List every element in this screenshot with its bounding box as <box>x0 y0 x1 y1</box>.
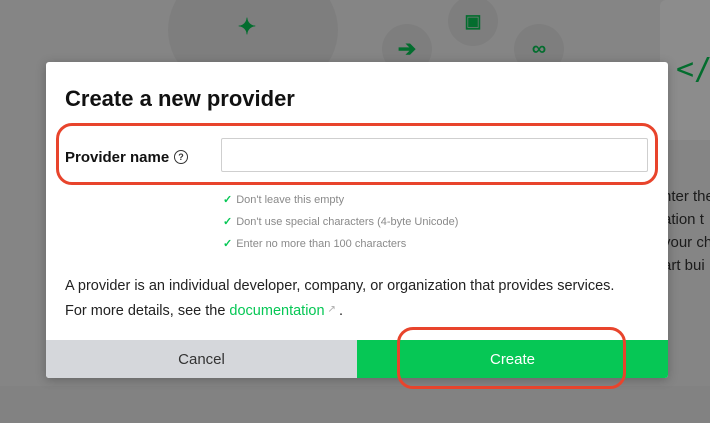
validation-rule: ✓ Enter no more than 100 characters <box>223 237 458 259</box>
create-button[interactable]: Create <box>357 340 668 378</box>
check-icon: ✓ <box>223 216 233 228</box>
external-link-icon: ↗ <box>327 304 336 315</box>
rule-text: Don't use special characters (4-byte Uni… <box>236 216 459 228</box>
cancel-button[interactable]: Cancel <box>46 340 357 378</box>
help-icon[interactable]: ? <box>174 150 188 164</box>
dialog-title: Create a new provider <box>65 86 295 111</box>
provider-description: A provider is an individual developer, c… <box>65 275 625 323</box>
check-icon: ✓ <box>223 238 233 250</box>
validation-rules: ✓ Don't leave this empty ✓ Don't use speci… <box>223 193 458 259</box>
rule-text: Don't leave this empty <box>236 194 345 206</box>
check-icon: ✓ <box>223 194 233 206</box>
description-end: . <box>338 303 343 319</box>
documentation-link[interactable]: documentation <box>229 303 324 319</box>
create-provider-dialog: Create a new provider Provider name ? ✓ D… <box>46 62 668 378</box>
provider-name-label: Provider name <box>65 149 170 166</box>
validation-rule: ✓ Don't leave this empty <box>223 193 458 215</box>
provider-name-input[interactable] <box>221 138 648 172</box>
rule-text: Enter no more than 100 characters <box>236 238 407 250</box>
validation-rule: ✓ Don't use special characters (4-byte Un… <box>223 215 458 237</box>
